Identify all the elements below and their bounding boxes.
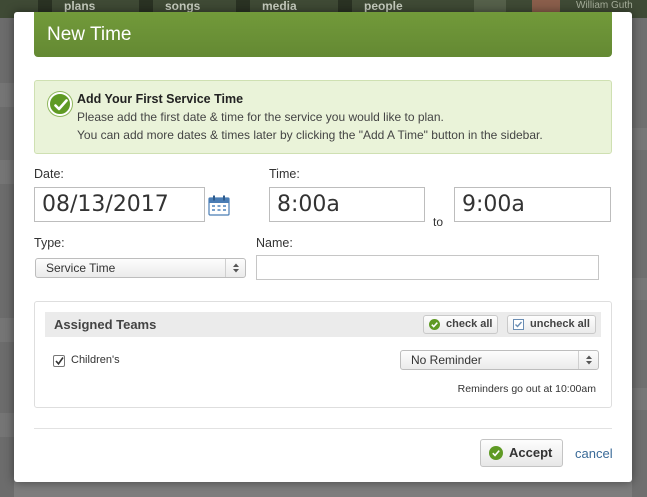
uncheck-all-label: uncheck all bbox=[530, 318, 590, 330]
date-label: Date: bbox=[34, 167, 64, 181]
uncheck-all-button[interactable]: uncheck all bbox=[507, 315, 596, 334]
check-all-button[interactable]: check all bbox=[423, 315, 498, 334]
first-service-notice: Add Your First Service Time Please add t… bbox=[34, 80, 612, 154]
background-left-panel bbox=[0, 18, 14, 497]
check-all-label: check all bbox=[446, 318, 493, 330]
assigned-teams-panel: Assigned Teams check all uncheck all Chi… bbox=[34, 301, 612, 408]
start-time-input[interactable]: 8:00a bbox=[269, 187, 425, 222]
accept-button[interactable]: Accept bbox=[480, 439, 563, 467]
date-input[interactable]: 08/13/2017 bbox=[34, 187, 205, 222]
notice-title: Add Your First Service Time bbox=[77, 92, 244, 106]
assigned-teams-title: Assigned Teams bbox=[54, 317, 157, 332]
music-note-icon bbox=[139, 0, 153, 12]
name-label: Name: bbox=[256, 236, 293, 250]
name-input[interactable] bbox=[256, 255, 599, 280]
team-checkbox[interactable] bbox=[53, 355, 65, 367]
check-circle-icon bbox=[48, 92, 72, 116]
modal-title: New Time bbox=[34, 12, 612, 57]
type-select[interactable]: Service Time bbox=[35, 258, 246, 278]
notice-line-2: You can add more dates & times later by … bbox=[77, 128, 543, 142]
bg-user-name: William Guth bbox=[576, 0, 633, 11]
type-select-value: Service Time bbox=[46, 261, 116, 275]
type-label: Type: bbox=[34, 236, 65, 250]
time-separator: to bbox=[433, 215, 444, 229]
people-icon bbox=[338, 0, 352, 12]
time-label: Time: bbox=[269, 167, 300, 181]
reminder-select[interactable]: No Reminder bbox=[400, 350, 599, 370]
assigned-teams-header: Assigned Teams check all uncheck all bbox=[45, 312, 601, 337]
cancel-link[interactable]: cancel bbox=[575, 446, 613, 461]
background-right-panel bbox=[632, 18, 647, 497]
new-time-modal: New Time Add Your First Service Time Ple… bbox=[14, 12, 632, 482]
plans-icon bbox=[38, 0, 52, 12]
checkbox-icon bbox=[513, 319, 524, 330]
notice-line-1: Please add the first date & time for the… bbox=[77, 110, 444, 124]
accept-label: Accept bbox=[509, 445, 553, 460]
team-name: Children's bbox=[71, 354, 120, 366]
end-time-input[interactable]: 9:00a bbox=[454, 187, 611, 222]
check-circle-icon bbox=[489, 446, 503, 460]
reminder-note: Reminders go out at 10:00am bbox=[457, 383, 596, 395]
reminder-select-value: No Reminder bbox=[411, 353, 482, 367]
select-arrows-icon bbox=[578, 351, 598, 369]
footer-divider bbox=[34, 428, 612, 429]
select-arrows-icon bbox=[225, 259, 245, 277]
check-circle-icon bbox=[429, 319, 440, 330]
calendar-icon[interactable] bbox=[208, 195, 230, 216]
film-icon bbox=[236, 0, 250, 12]
